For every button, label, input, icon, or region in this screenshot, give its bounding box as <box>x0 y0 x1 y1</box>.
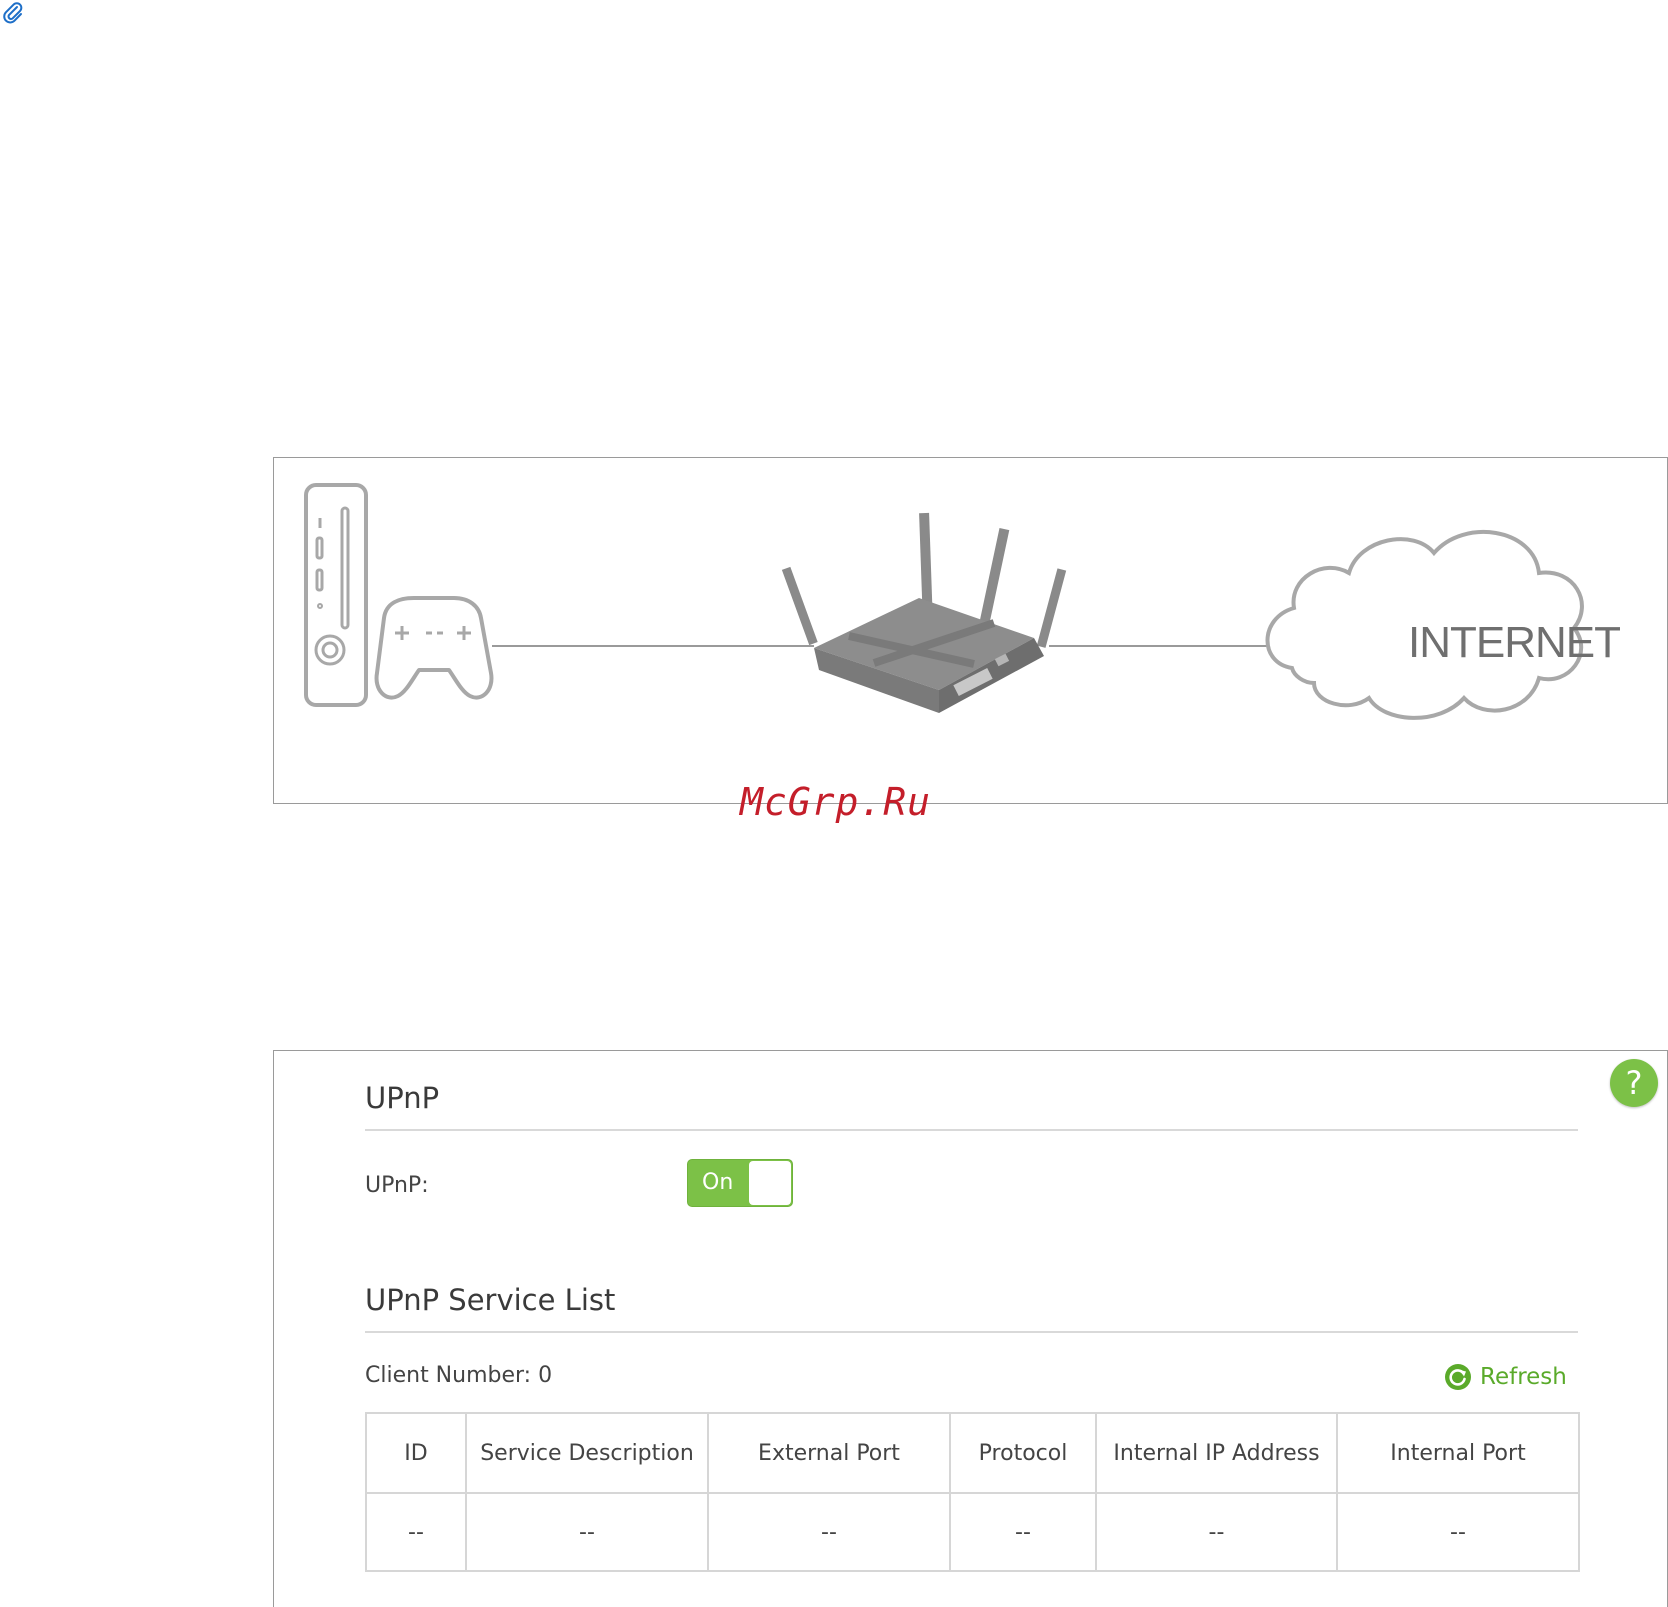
table-header-row: ID Service Description External Port Pro… <box>365 1412 1580 1494</box>
cell-protocol: -- <box>949 1492 1097 1572</box>
paperclip-icon <box>3 2 23 24</box>
router-icon <box>781 512 1067 713</box>
cell-internal-ip: -- <box>1095 1492 1338 1572</box>
upnp-service-table: ID Service Description External Port Pro… <box>365 1412 1580 1572</box>
client-number-value: 0 <box>538 1363 553 1388</box>
upnp-toggle-knob <box>749 1161 791 1205</box>
column-header-internal-ip: Internal IP Address <box>1095 1412 1338 1494</box>
column-header-protocol: Protocol <box>949 1412 1097 1494</box>
internet-label: INTERNET <box>1408 618 1621 667</box>
upnp-toggle-state: On <box>702 1170 734 1195</box>
cell-id: -- <box>365 1492 467 1572</box>
client-number: Client Number: 0 <box>365 1363 552 1388</box>
refresh-icon <box>1445 1364 1471 1390</box>
upnp-field-label: UPnP: <box>365 1173 429 1198</box>
upnp-section-title: UPnP <box>365 1081 440 1115</box>
watermark: McGrp.Ru <box>740 780 932 824</box>
column-header-internal-port: Internal Port <box>1336 1412 1580 1494</box>
upnp-section-divider <box>365 1129 1578 1131</box>
client-number-label: Client Number: <box>365 1363 532 1388</box>
service-list-divider <box>365 1331 1578 1333</box>
gamepad-icon <box>374 596 494 700</box>
help-button[interactable]: ? <box>1610 1059 1658 1107</box>
column-header-id: ID <box>365 1412 467 1494</box>
service-list-title: UPnP Service List <box>365 1283 616 1317</box>
game-console-icon <box>304 483 368 707</box>
table-row: -- -- -- -- -- -- <box>365 1492 1580 1572</box>
cell-internal-port: -- <box>1336 1492 1580 1572</box>
upnp-panel: ? UPnP UPnP: On UPnP Service List Client… <box>273 1050 1668 1607</box>
column-header-service-description: Service Description <box>465 1412 709 1494</box>
network-diagram: INTERNET <box>273 457 1668 804</box>
cell-external-port: -- <box>707 1492 951 1572</box>
upnp-toggle[interactable]: On <box>687 1159 793 1207</box>
column-header-external-port: External Port <box>707 1412 951 1494</box>
refresh-button[interactable]: Refresh <box>1444 1363 1567 1391</box>
refresh-label: Refresh <box>1480 1364 1567 1390</box>
cell-service-description: -- <box>465 1492 709 1572</box>
